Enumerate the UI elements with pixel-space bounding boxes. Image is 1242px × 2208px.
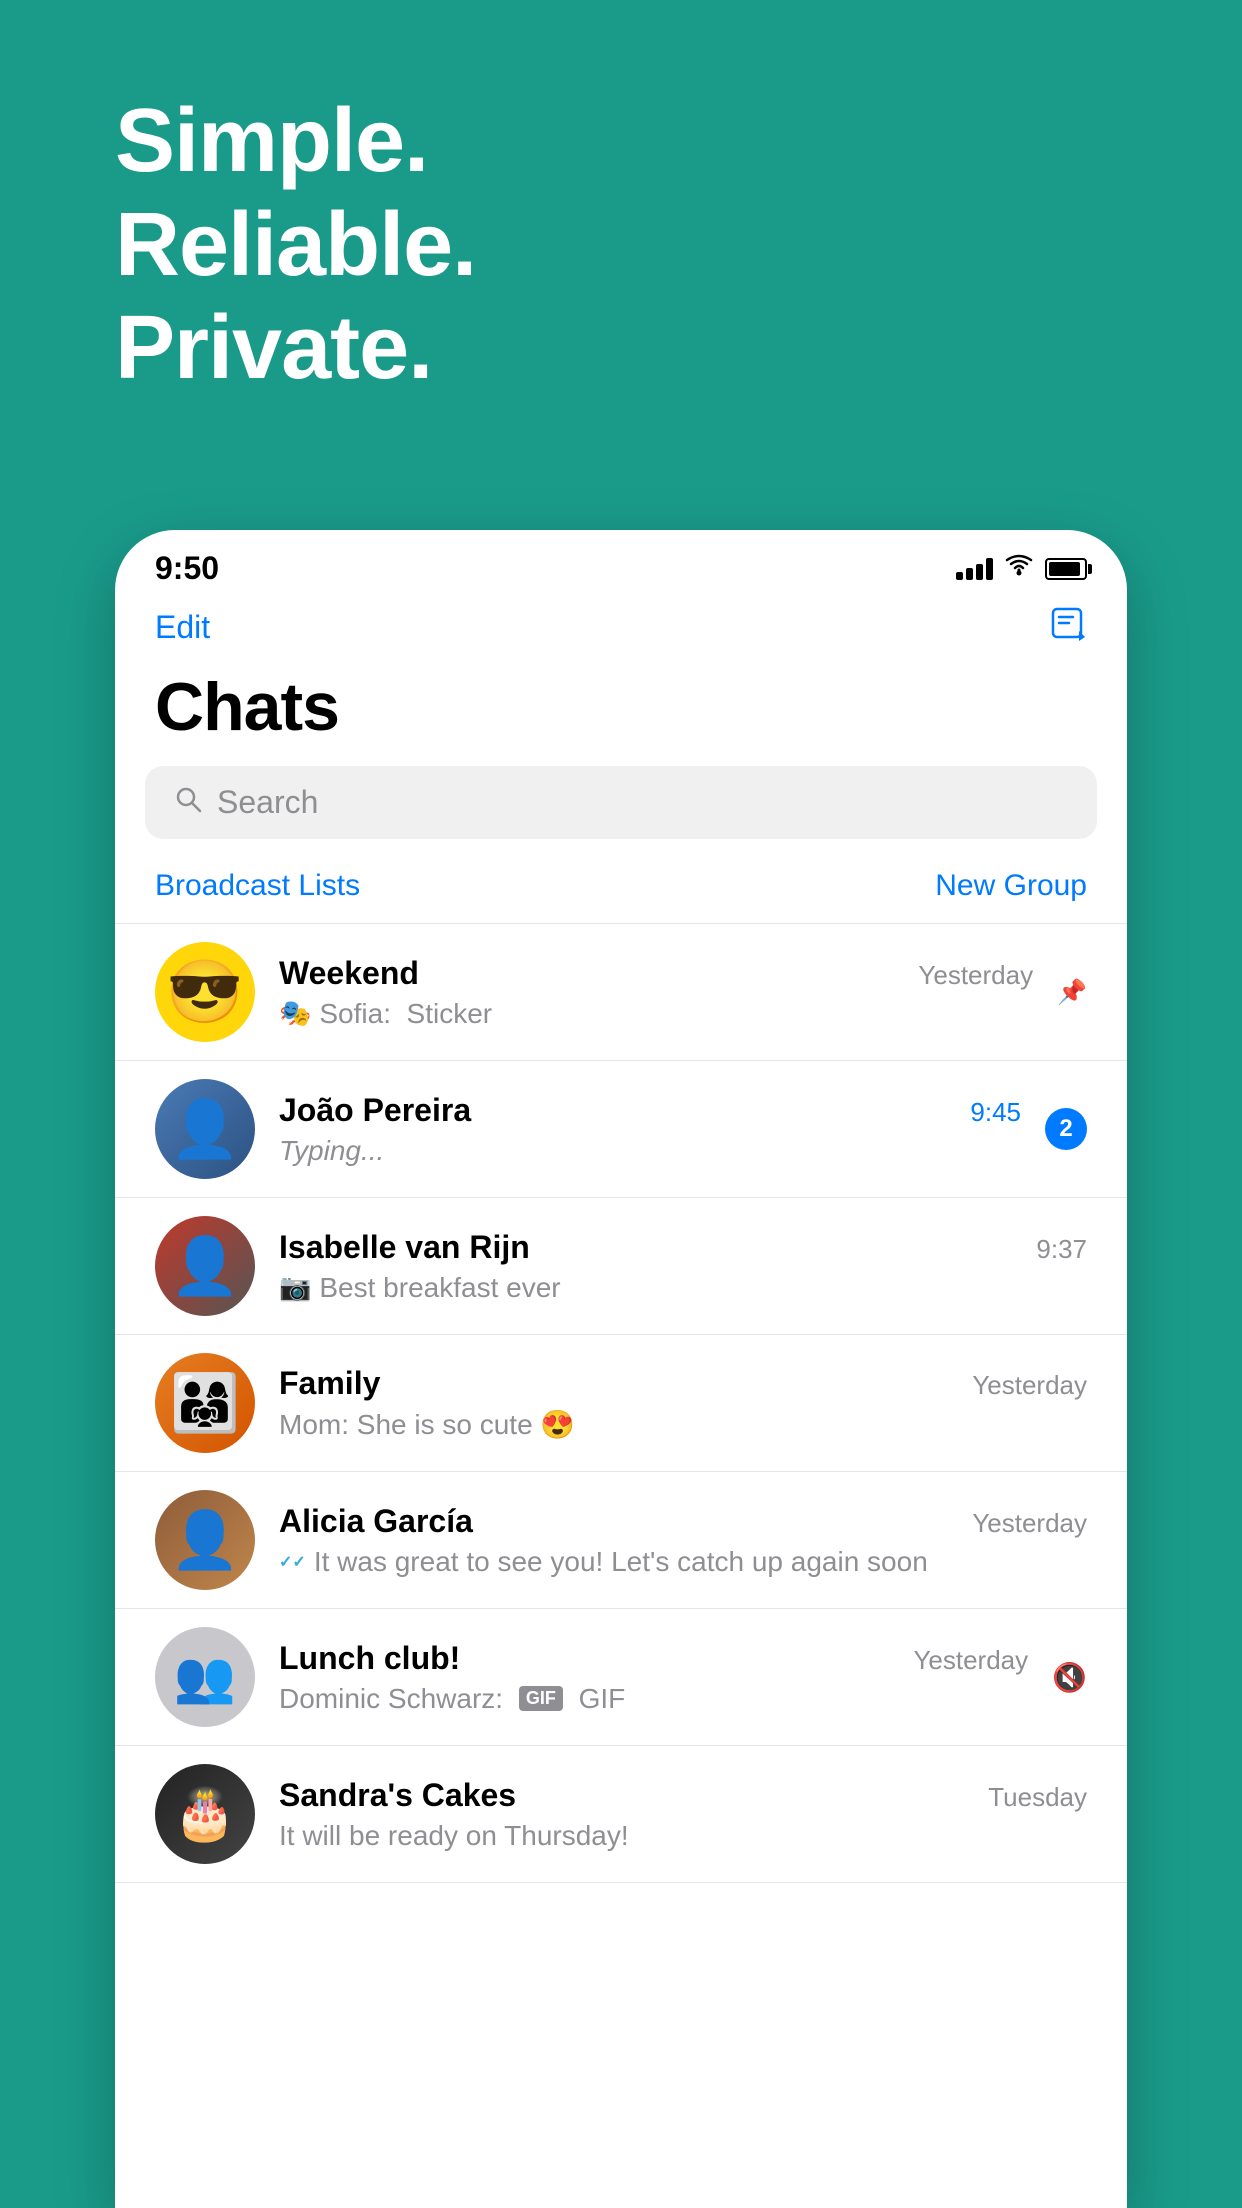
chat-name-isabelle: Isabelle van Rijn bbox=[279, 1229, 530, 1266]
chat-time-joao: 9:45 bbox=[970, 1097, 1021, 1128]
chat-time-lunch: Yesterday bbox=[913, 1645, 1028, 1676]
status-bar: 9:50 bbox=[115, 530, 1127, 597]
tagline-line3: Private. bbox=[115, 297, 476, 401]
mute-icon: 🔇 bbox=[1052, 1661, 1087, 1694]
avatar-joao: 👤 bbox=[155, 1079, 255, 1179]
chat-content-family: Family Yesterday Mom: She is so cute 😍 bbox=[279, 1365, 1087, 1441]
status-icons bbox=[956, 554, 1087, 583]
search-icon bbox=[175, 786, 203, 819]
chat-preview-weekend: Sofia: Sticker bbox=[319, 998, 492, 1030]
chat-content-lunch: Lunch club! Yesterday Dominic Schwarz: G… bbox=[279, 1640, 1028, 1715]
search-placeholder: Search bbox=[217, 784, 318, 821]
chat-item-alicia[interactable]: 👤 Alicia García Yesterday ✓✓ It was grea… bbox=[115, 1472, 1127, 1609]
tagline: Simple. Reliable. Private. bbox=[115, 90, 476, 401]
battery-icon bbox=[1045, 558, 1087, 580]
chat-item-family[interactable]: 👨‍👩‍👧 Family Yesterday Mom: She is so cu… bbox=[115, 1335, 1127, 1472]
chat-time-sandra: Tuesday bbox=[988, 1782, 1087, 1813]
camera-icon: 📷 bbox=[279, 1272, 311, 1303]
chat-preview-sandra: It will be ready on Thursday! bbox=[279, 1820, 629, 1851]
tagline-line2: Reliable. bbox=[115, 194, 476, 298]
new-group-button[interactable]: New Group bbox=[935, 869, 1087, 903]
double-check-icon: ✓✓ bbox=[279, 1552, 306, 1572]
chat-item-sandra[interactable]: 🎂 Sandra's Cakes Tuesday It will be read… bbox=[115, 1746, 1127, 1883]
search-bar[interactable]: Search bbox=[145, 766, 1097, 839]
chat-item-weekend[interactable]: 😎 Weekend Yesterday 🎭 Sofia: Sticker 📌 bbox=[115, 924, 1127, 1061]
chat-preview-alicia: It was great to see you! Let's catch up … bbox=[314, 1546, 928, 1578]
chat-time-family: Yesterday bbox=[972, 1370, 1087, 1401]
alicia-avatar-icon: 👤 bbox=[170, 1507, 240, 1573]
broadcast-lists-button[interactable]: Broadcast Lists bbox=[155, 869, 360, 903]
chat-meta-weekend: 📌 bbox=[1057, 978, 1087, 1007]
chat-name-joao: João Pereira bbox=[279, 1092, 471, 1129]
chat-preview-isabelle: Best breakfast ever bbox=[319, 1272, 560, 1304]
status-time: 9:50 bbox=[155, 550, 219, 587]
avatar-sandra: 🎂 bbox=[155, 1764, 255, 1864]
avatar-lunch: 👥 bbox=[155, 1627, 255, 1727]
chat-time-weekend: Yesterday bbox=[918, 960, 1033, 991]
chat-name-family: Family bbox=[279, 1365, 380, 1402]
signal-bars-icon bbox=[956, 558, 993, 580]
wifi-icon bbox=[1005, 554, 1033, 583]
group-icon: 👥 bbox=[174, 1648, 236, 1707]
sticker-icon: 🎭 bbox=[279, 998, 311, 1029]
chat-meta-lunch: 🔇 bbox=[1052, 1661, 1087, 1694]
tagline-line1: Simple. bbox=[115, 90, 476, 194]
joao-avatar-icon: 👤 bbox=[170, 1096, 240, 1162]
chat-item-joao[interactable]: 👤 João Pereira 9:45 Typing... 2 bbox=[115, 1061, 1127, 1198]
compose-button[interactable] bbox=[1051, 607, 1087, 648]
avatar-alicia: 👤 bbox=[155, 1490, 255, 1590]
chat-time-alicia: Yesterday bbox=[972, 1508, 1087, 1539]
chat-name-lunch: Lunch club! bbox=[279, 1640, 460, 1677]
chat-content-weekend: Weekend Yesterday 🎭 Sofia: Sticker bbox=[279, 955, 1033, 1030]
avatar-family: 👨‍👩‍👧 bbox=[155, 1353, 255, 1453]
lunch-preview-gif: GIF bbox=[571, 1683, 625, 1715]
sandra-avatar-icon: 🎂 bbox=[174, 1785, 236, 1844]
action-bar: Broadcast Lists New Group bbox=[115, 859, 1127, 923]
chat-time-isabelle: 9:37 bbox=[1036, 1234, 1087, 1265]
phone-frame: 9:50 Edit bbox=[115, 530, 1127, 2208]
page-title: Chats bbox=[115, 658, 1127, 766]
chat-name-sandra: Sandra's Cakes bbox=[279, 1777, 516, 1814]
nav-bar: Edit bbox=[115, 597, 1127, 658]
family-avatar-icon: 👨‍👩‍👧 bbox=[170, 1370, 240, 1436]
chat-meta-joao: 2 bbox=[1045, 1108, 1087, 1150]
lunch-preview-sender: Dominic Schwarz: bbox=[279, 1683, 511, 1715]
chat-item-lunch[interactable]: 👥 Lunch club! Yesterday Dominic Schwarz:… bbox=[115, 1609, 1127, 1746]
chat-content-isabelle: Isabelle van Rijn 9:37 📷 Best breakfast … bbox=[279, 1229, 1087, 1304]
chat-item-isabelle[interactable]: 👤 Isabelle van Rijn 9:37 📷 Best breakfas… bbox=[115, 1198, 1127, 1335]
chat-name-weekend: Weekend bbox=[279, 955, 419, 992]
chat-preview-joao: Typing... bbox=[279, 1135, 384, 1166]
chat-content-sandra: Sandra's Cakes Tuesday It will be ready … bbox=[279, 1777, 1087, 1852]
chat-preview-family: Mom: She is so cute 😍 bbox=[279, 1409, 575, 1440]
chat-content-joao: João Pereira 9:45 Typing... bbox=[279, 1092, 1021, 1167]
unread-badge-joao: 2 bbox=[1045, 1108, 1087, 1150]
isabelle-avatar-icon: 👤 bbox=[170, 1233, 240, 1299]
edit-button[interactable]: Edit bbox=[155, 609, 210, 646]
chat-content-alicia: Alicia García Yesterday ✓✓ It was great … bbox=[279, 1503, 1087, 1578]
gif-badge: GIF bbox=[519, 1686, 563, 1711]
chat-list: 😎 Weekend Yesterday 🎭 Sofia: Sticker 📌 👤 bbox=[115, 923, 1127, 1883]
avatar-isabelle: 👤 bbox=[155, 1216, 255, 1316]
pin-icon: 📌 bbox=[1057, 978, 1087, 1007]
chat-name-alicia: Alicia García bbox=[279, 1503, 473, 1540]
avatar-weekend: 😎 bbox=[155, 942, 255, 1042]
